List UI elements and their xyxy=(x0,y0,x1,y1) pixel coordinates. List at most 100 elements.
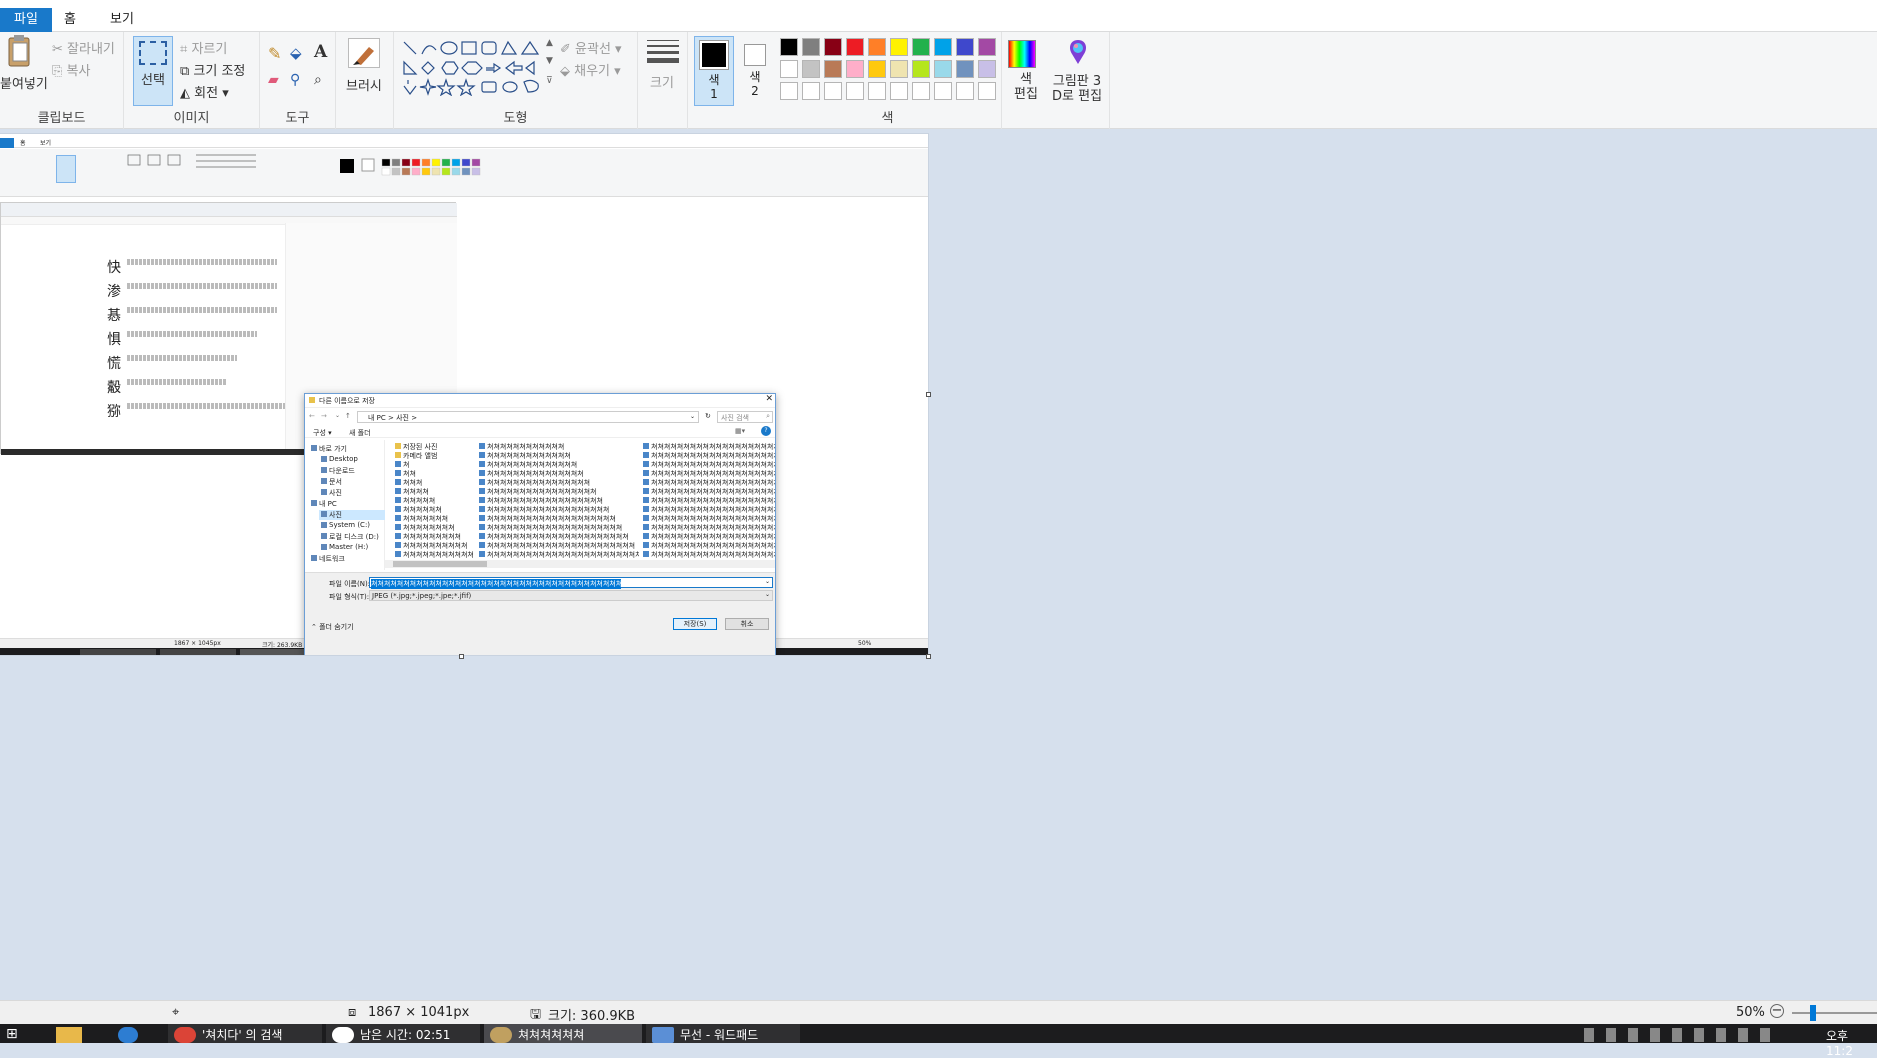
shapes-scroll-up[interactable]: ▲ xyxy=(546,38,553,48)
path-dropdown-icon[interactable]: ⌄ xyxy=(690,413,695,420)
refresh-icon[interactable]: ↻ xyxy=(705,412,711,420)
paint3d-button[interactable]: 그림판 3 D로 편집 xyxy=(1052,74,1102,104)
horizontal-scrollbar[interactable] xyxy=(385,560,775,568)
eraser-icon[interactable]: ▰ xyxy=(268,72,279,88)
organize-button[interactable]: 구성 ▾ xyxy=(313,428,332,438)
taskbar-item-paint[interactable]: 쳐쳐쳐쳐쳐쳐 xyxy=(484,1024,642,1043)
palette-color-swatch[interactable] xyxy=(802,82,820,100)
size-button[interactable]: 크기 xyxy=(650,72,674,91)
nav-item[interactable]: 내 PC xyxy=(309,499,337,509)
outline-button[interactable]: ✐ 윤곽선 ▾ xyxy=(560,38,622,57)
filetype-dropdown-icon[interactable]: ⌄ xyxy=(765,591,770,598)
color1-button[interactable]: 색 1 xyxy=(694,36,734,106)
crop-button[interactable]: ⌗ 자르기 xyxy=(180,38,227,57)
palette-color-swatch[interactable] xyxy=(824,38,842,56)
edge-icon[interactable] xyxy=(118,1027,138,1043)
fill-bucket-icon[interactable]: ⬙ xyxy=(290,44,302,62)
tab-view[interactable]: 보기 xyxy=(96,8,148,32)
search-input[interactable]: 사진 검색 ⌕ xyxy=(717,411,773,423)
palette-color-swatch[interactable] xyxy=(978,82,996,100)
select-button[interactable]: 선택 xyxy=(133,36,173,106)
nav-item[interactable]: Desktop xyxy=(319,455,358,463)
image-canvas[interactable]: 홈 보기 快 渗 惎 惧 慌 觳 猕 1867 × 1045px 크기: 263… xyxy=(0,134,928,655)
palette-color-swatch[interactable] xyxy=(868,38,886,56)
close-icon[interactable]: ✕ xyxy=(765,394,773,404)
resize-handle-corner[interactable] xyxy=(926,654,931,659)
nav-item[interactable]: Master (H:) xyxy=(319,543,368,551)
nav-item[interactable]: 로컬 디스크 (D:) xyxy=(319,532,379,542)
palette-color-swatch[interactable] xyxy=(846,60,864,78)
nav-item[interactable]: 다운로드 xyxy=(319,466,355,476)
brushes-button[interactable]: 브러시 xyxy=(346,75,382,94)
up-arrow-icon[interactable]: ↑ xyxy=(345,412,351,420)
brush-icon[interactable] xyxy=(348,38,380,68)
file-item[interactable]: 쳐쳐쳐쳐쳐쳐쳐쳐쳐쳐쳐쳐쳐쳐쳐쳐쳐쳐쳐쳐쳐쳐쳐 xyxy=(643,550,775,560)
palette-color-swatch[interactable] xyxy=(890,82,908,100)
path-field[interactable]: 내 PC > 사진 > ⌄ xyxy=(357,411,699,423)
palette-color-swatch[interactable] xyxy=(978,38,996,56)
paste-button[interactable]: 붙여넣기 xyxy=(0,73,48,92)
nav-item[interactable]: System (C:) xyxy=(319,521,370,529)
paste-icon[interactable] xyxy=(6,34,32,70)
scrollbar-thumb[interactable] xyxy=(393,561,487,567)
rotate-button[interactable]: ◭ 회전 ▾ xyxy=(180,82,229,101)
file-item[interactable]: 쳐쳐쳐쳐쳐쳐쳐쳐쳐쳐쳐 xyxy=(395,550,474,560)
color2-button[interactable]: 색 2 xyxy=(740,36,770,106)
palette-color-swatch[interactable] xyxy=(912,60,930,78)
size-icon[interactable] xyxy=(647,40,679,63)
save-button[interactable]: 저장(S) xyxy=(673,618,717,630)
magnifier-icon[interactable]: ⌕ xyxy=(314,72,322,88)
tab-home[interactable]: 홈 xyxy=(50,8,90,32)
tab-file[interactable]: 파일 xyxy=(0,8,52,32)
palette-color-swatch[interactable] xyxy=(824,60,842,78)
nav-item[interactable]: 네트워크 xyxy=(309,554,345,564)
nav-item[interactable]: 문서 xyxy=(319,477,342,487)
palette-color-swatch[interactable] xyxy=(868,60,886,78)
fill-button[interactable]: ⬙ 채우기 ▾ xyxy=(560,60,621,79)
palette-color-swatch[interactable] xyxy=(934,60,952,78)
zoom-out-icon[interactable]: − xyxy=(1770,1004,1784,1018)
recent-dropdown-icon[interactable]: ⌄ xyxy=(335,412,340,419)
palette-color-swatch[interactable] xyxy=(868,82,886,100)
new-folder-button[interactable]: 새 폴더 xyxy=(349,428,371,438)
palette-color-swatch[interactable] xyxy=(912,82,930,100)
filetype-select[interactable]: JPEG (*.jpg;*.jpeg;*.jpe;*.jfif) ⌄ xyxy=(369,590,773,601)
shapes-gallery[interactable] xyxy=(402,40,546,96)
filename-input[interactable]: 쳐쳐쳐쳐쳐쳐쳐쳐쳐쳐쳐쳐쳐쳐쳐쳐쳐쳐쳐쳐쳐쳐쳐쳐쳐쳐쳐쳐쳐쳐쳐쳐쳐쳐쳐쳐쳐쳐쳐쳐… xyxy=(369,577,773,589)
palette-color-swatch[interactable] xyxy=(780,60,798,78)
palette-color-swatch[interactable] xyxy=(956,82,974,100)
filename-dropdown-icon[interactable]: ⌄ xyxy=(765,578,770,585)
taskbar-item-timer[interactable]: 남은 시간: 02:51 xyxy=(326,1024,480,1043)
palette-color-swatch[interactable] xyxy=(780,82,798,100)
shapes-expand[interactable]: ⊽ xyxy=(546,76,553,86)
windows-start-icon[interactable]: ⊞ xyxy=(6,1026,18,1042)
system-tray-icons[interactable] xyxy=(1584,1028,1774,1042)
color-picker-icon[interactable]: ⚲ xyxy=(290,72,300,88)
shapes-scroll-down[interactable]: ▼ xyxy=(546,56,553,66)
palette-color-swatch[interactable] xyxy=(802,38,820,56)
palette-color-swatch[interactable] xyxy=(978,60,996,78)
palette-color-swatch[interactable] xyxy=(890,38,908,56)
back-arrow-icon[interactable]: ← xyxy=(309,412,315,420)
file-item[interactable]: 쳐쳐쳐쳐쳐쳐쳐쳐쳐쳐쳐쳐쳐쳐쳐쳐쳐쳐쳐쳐쳐쳐쳐쳐 xyxy=(479,550,639,560)
palette-color-swatch[interactable] xyxy=(802,60,820,78)
file-explorer-icon[interactable] xyxy=(56,1027,82,1043)
zoom-slider-thumb[interactable] xyxy=(1810,1005,1816,1021)
paint3d-icon[interactable] xyxy=(1066,38,1090,66)
palette-color-swatch[interactable] xyxy=(934,82,952,100)
palette-color-swatch[interactable] xyxy=(824,82,842,100)
resize-handle-bottom[interactable] xyxy=(459,654,464,659)
help-icon[interactable]: ? xyxy=(761,426,771,436)
cut-button[interactable]: ✂ 잘라내기 xyxy=(52,38,115,57)
pencil-icon[interactable]: ✎ xyxy=(268,44,281,63)
text-tool-icon[interactable]: A xyxy=(314,42,327,62)
palette-color-swatch[interactable] xyxy=(956,38,974,56)
taskbar-item-wordpad[interactable]: 무선 - 워드패드 xyxy=(646,1024,800,1043)
palette-color-swatch[interactable] xyxy=(890,60,908,78)
nav-item[interactable]: 사진 xyxy=(319,488,342,498)
palette-color-swatch[interactable] xyxy=(956,60,974,78)
edit-colors-icon[interactable] xyxy=(1008,40,1036,68)
nav-item[interactable]: 사진 xyxy=(319,510,385,520)
nav-item[interactable]: 바로 가기 xyxy=(309,444,347,454)
edit-colors-button[interactable]: 색 편집 xyxy=(1014,72,1038,102)
